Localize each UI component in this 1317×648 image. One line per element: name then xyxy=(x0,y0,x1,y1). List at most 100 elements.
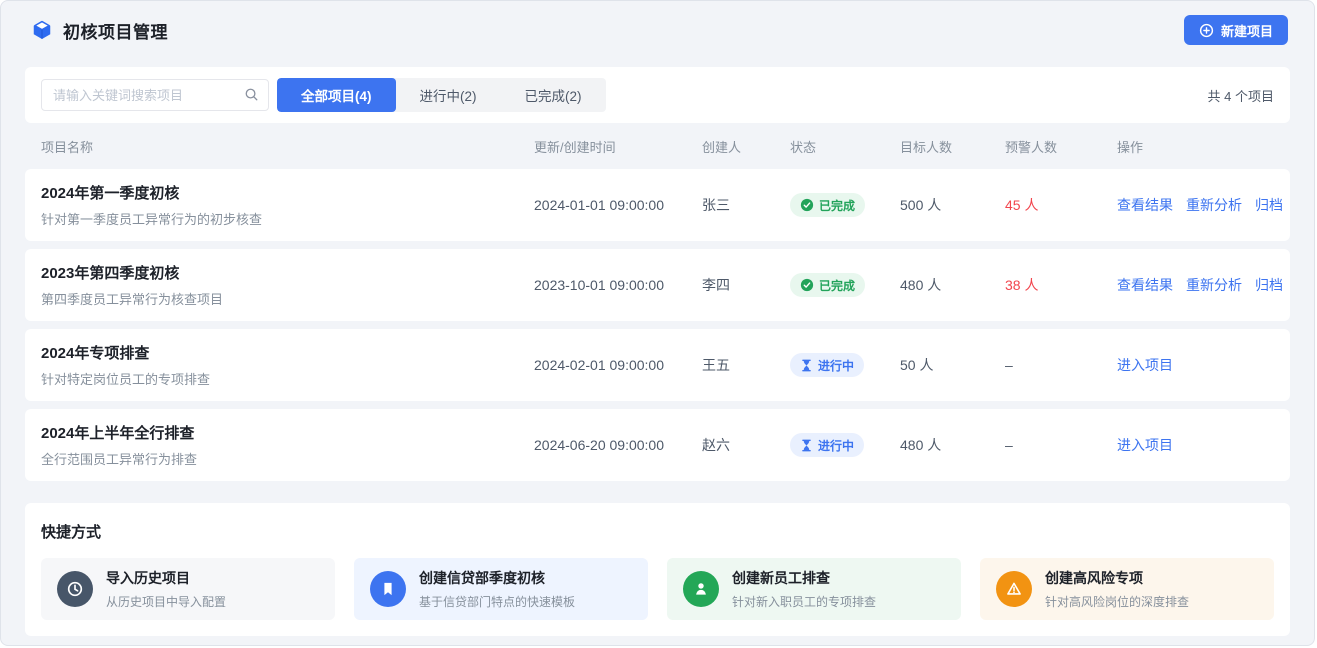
project-name: 2023年第四季度初核 xyxy=(41,262,534,283)
project-warning: – xyxy=(1005,357,1117,373)
bookmark-icon xyxy=(370,571,406,607)
check-circle-icon xyxy=(800,198,814,212)
shortcut-text: 创建新员工排查 针对新入职员工的专项排查 xyxy=(732,568,876,610)
reanalyze-link[interactable]: 重新分析 xyxy=(1186,275,1242,295)
table-header: 项目名称 更新/创建时间 创建人 状态 目标人数 预警人数 操作 xyxy=(25,123,1290,169)
shortcut-import-history[interactable]: 导入历史项目 从历史项目中导入配置 xyxy=(41,558,335,620)
col-actions: 操作 xyxy=(1117,137,1274,156)
clock-icon xyxy=(57,571,93,607)
status-badge: 已完成 xyxy=(790,273,865,297)
search-icon[interactable] xyxy=(244,87,259,107)
project-target: 500 人 xyxy=(900,195,1005,215)
project-creator: 王五 xyxy=(702,355,790,375)
project-creator: 赵六 xyxy=(702,435,790,455)
plus-circle-icon xyxy=(1199,23,1214,38)
table-row: 2024年第一季度初核 针对第一季度员工异常行为的初步核查 2024-01-01… xyxy=(25,169,1290,241)
archive-link[interactable]: 归档 xyxy=(1255,275,1283,295)
page-title: 初核项目管理 xyxy=(63,18,168,43)
view-results-link[interactable]: 查看结果 xyxy=(1117,275,1173,295)
title-wrap: 初核项目管理 xyxy=(31,18,168,43)
project-name: 2024年第一季度初核 xyxy=(41,182,534,203)
status-label: 已完成 xyxy=(819,277,855,294)
hourglass-icon xyxy=(800,359,813,372)
shortcut-high-risk-special[interactable]: 创建高风险专项 针对高风险岗位的深度排查 xyxy=(980,558,1274,620)
check-circle-icon xyxy=(800,278,814,292)
warning-icon xyxy=(996,571,1032,607)
status-label: 进行中 xyxy=(818,357,854,374)
project-desc: 全行范围员工异常行为排查 xyxy=(41,449,534,468)
project-name-cell: 2024年专项排查 针对特定岗位员工的专项排查 xyxy=(41,342,534,388)
shortcut-text: 导入历史项目 从历史项目中导入配置 xyxy=(106,568,226,610)
tab-completed[interactable]: 已完成(2) xyxy=(501,78,606,112)
project-name-cell: 2023年第四季度初核 第四季度员工异常行为核查项目 xyxy=(41,262,534,308)
tab-all-projects[interactable]: 全部项目(4) xyxy=(277,78,396,112)
shortcuts-grid: 导入历史项目 从历史项目中导入配置 创建信贷部季度初核 基于信贷部门特点的快速模… xyxy=(41,558,1274,620)
shortcuts-section: 快捷方式 导入历史项目 从历史项目中导入配置 xyxy=(25,503,1290,636)
project-name-cell: 2024年第一季度初核 针对第一季度员工异常行为的初步核查 xyxy=(41,182,534,228)
tab-in-progress[interactable]: 进行中(2) xyxy=(396,78,501,112)
shortcut-credit-dept-review[interactable]: 创建信贷部季度初核 基于信贷部门特点的快速模板 xyxy=(354,558,648,620)
status-badge: 进行中 xyxy=(790,353,864,377)
project-name: 2024年上半年全行排查 xyxy=(41,422,534,443)
project-target: 480 人 xyxy=(900,435,1005,455)
project-desc: 第四季度员工异常行为核查项目 xyxy=(41,289,534,308)
col-status: 状态 xyxy=(790,137,900,156)
table-row: 2023年第四季度初核 第四季度员工异常行为核查项目 2023-10-01 09… xyxy=(25,249,1290,321)
col-creator: 创建人 xyxy=(702,137,790,156)
project-count-text: 共 4 个项目 xyxy=(1208,86,1274,105)
project-creator: 张三 xyxy=(702,195,790,215)
shortcut-title: 导入历史项目 xyxy=(106,568,226,588)
status-badge: 进行中 xyxy=(790,433,864,457)
hourglass-icon xyxy=(800,439,813,452)
reanalyze-link[interactable]: 重新分析 xyxy=(1186,195,1242,215)
project-time: 2024-01-01 09:00:00 xyxy=(534,197,702,213)
shortcut-title: 创建高风险专项 xyxy=(1045,568,1189,588)
project-desc: 针对第一季度员工异常行为的初步核查 xyxy=(41,209,534,228)
shortcuts-title: 快捷方式 xyxy=(41,521,1274,542)
new-project-button[interactable]: 新建项目 xyxy=(1184,15,1288,45)
archive-link[interactable]: 归档 xyxy=(1255,195,1283,215)
shortcut-text: 创建信贷部季度初核 基于信贷部门特点的快速模板 xyxy=(419,568,575,610)
project-warning: 38 人 xyxy=(1005,275,1117,295)
row-actions: 查看结果 重新分析 归档 xyxy=(1117,195,1274,215)
search-input[interactable] xyxy=(41,79,269,111)
shortcut-title: 创建新员工排查 xyxy=(732,568,876,588)
project-time: 2024-06-20 09:00:00 xyxy=(534,437,702,453)
view-results-link[interactable]: 查看结果 xyxy=(1117,195,1173,215)
status-label: 进行中 xyxy=(818,437,854,454)
shortcut-desc: 针对高风险岗位的深度排查 xyxy=(1045,593,1189,610)
status-badge: 已完成 xyxy=(790,193,865,217)
app-window: 初核项目管理 新建项目 全部项目(4) 进行中(2) xyxy=(0,0,1315,646)
enter-project-link[interactable]: 进入项目 xyxy=(1117,355,1173,375)
page-header: 初核项目管理 新建项目 xyxy=(1,1,1314,59)
project-target: 480 人 xyxy=(900,275,1005,295)
table-row: 2024年专项排查 针对特定岗位员工的专项排查 2024-02-01 09:00… xyxy=(25,329,1290,401)
project-filter-tabs: 全部项目(4) 进行中(2) 已完成(2) xyxy=(277,78,606,112)
person-icon xyxy=(683,571,719,607)
project-name-cell: 2024年上半年全行排查 全行范围员工异常行为排查 xyxy=(41,422,534,468)
col-update-time: 更新/创建时间 xyxy=(534,137,702,156)
project-time: 2024-02-01 09:00:00 xyxy=(534,357,702,373)
project-target: 50 人 xyxy=(900,355,1005,375)
search-box xyxy=(41,79,269,111)
project-warning: – xyxy=(1005,437,1117,453)
row-actions: 查看结果 重新分析 归档 xyxy=(1117,275,1274,295)
row-actions: 进入项目 xyxy=(1117,355,1274,375)
project-name: 2024年专项排查 xyxy=(41,342,534,363)
col-warning-count: 预警人数 xyxy=(1005,137,1117,156)
enter-project-link[interactable]: 进入项目 xyxy=(1117,435,1173,455)
row-actions: 进入项目 xyxy=(1117,435,1274,455)
col-target-count: 目标人数 xyxy=(900,137,1005,156)
shortcut-new-employee-screening[interactable]: 创建新员工排查 针对新入职员工的专项排查 xyxy=(667,558,961,620)
project-desc: 针对特定岗位员工的专项排查 xyxy=(41,369,534,388)
project-creator: 李四 xyxy=(702,275,790,295)
shortcut-desc: 针对新入职员工的专项排查 xyxy=(732,593,876,610)
new-project-label: 新建项目 xyxy=(1221,21,1273,40)
shortcut-desc: 从历史项目中导入配置 xyxy=(106,593,226,610)
shortcut-title: 创建信贷部季度初核 xyxy=(419,568,575,588)
col-project-name: 项目名称 xyxy=(41,137,534,156)
shortcut-desc: 基于信贷部门特点的快速模板 xyxy=(419,593,575,610)
project-warning: 45 人 xyxy=(1005,195,1117,215)
table-row: 2024年上半年全行排查 全行范围员工异常行为排查 2024-06-20 09:… xyxy=(25,409,1290,481)
toolbar: 全部项目(4) 进行中(2) 已完成(2) 共 4 个项目 xyxy=(25,67,1290,123)
